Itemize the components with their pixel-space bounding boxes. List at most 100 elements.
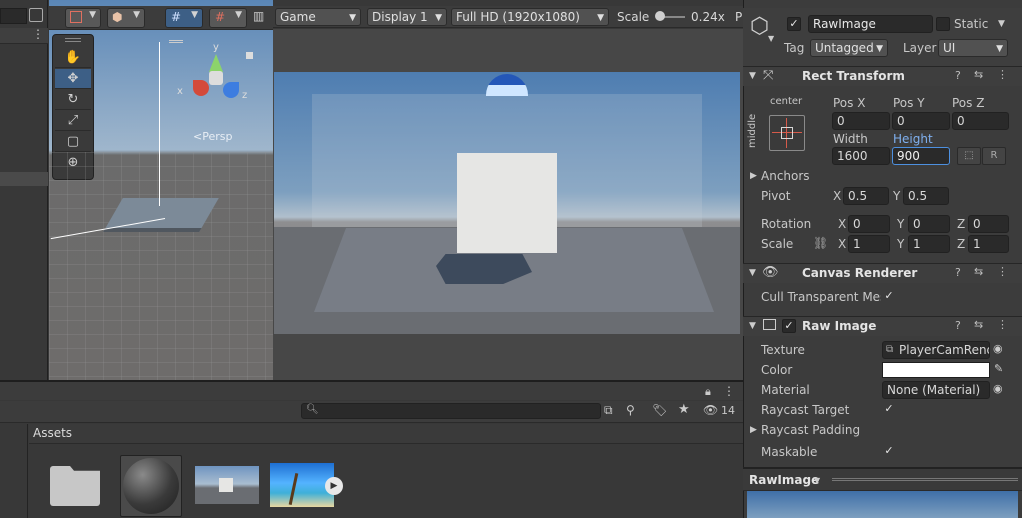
object-name-input[interactable]: RawImage [808, 15, 933, 33]
anchors-foldout-icon[interactable]: ▶ [750, 171, 757, 181]
hidden-packages-icon[interactable]: 👁︎ [703, 403, 718, 417]
filter-type-icon[interactable]: ⚲ [626, 403, 635, 417]
asset-material-tile[interactable] [120, 455, 182, 517]
scale-slider-thumb[interactable] [655, 11, 665, 21]
raw-image-enabled-checkbox[interactable]: ✓ [782, 319, 796, 333]
foldout-arrow-icon[interactable]: ▼ [749, 321, 756, 331]
asset-folder-icon[interactable] [50, 466, 100, 506]
pivot-x-field[interactable]: 0.5 [843, 187, 889, 205]
pos-z-field[interactable]: 0 [952, 112, 1009, 130]
material-field[interactable]: None (Material) [882, 381, 990, 399]
scale-z-field[interactable]: 1 [968, 235, 1009, 253]
scale-x-field[interactable]: 1 [848, 235, 890, 253]
draw-mode-dropdown[interactable]: ▼ [65, 8, 101, 28]
lock-icon[interactable]: 🔒︎ [705, 385, 711, 399]
gizmo-grip[interactable] [169, 40, 183, 43]
width-field[interactable]: 1600 [832, 147, 890, 165]
move-tool-icon[interactable]: ✥ [55, 69, 91, 89]
tag-dropdown[interactable]: Untagged ▼ [810, 39, 888, 57]
raw-edit-button[interactable]: R [982, 147, 1006, 165]
anchors-label[interactable]: Anchors [761, 169, 810, 183]
preset-icon[interactable]: ⇆ [974, 318, 983, 331]
rotation-x-label: X [838, 217, 847, 231]
scene-view[interactable]: ▼ ⬢▼ #▼ #▼ ▥ ✋ ✥ ↻ ⤢ ▢ ⊕ y x z <Persp [49, 0, 273, 380]
hand-tool-icon[interactable]: ✋ [55, 48, 91, 68]
scale-y-field[interactable]: 1 [908, 235, 950, 253]
display-dropdown[interactable]: Display 1 ▼ [367, 8, 447, 26]
height-field[interactable]: 900 [892, 147, 950, 165]
pivot-y-field[interactable]: 0.5 [903, 187, 949, 205]
scale-tool-icon[interactable]: ⤢ [55, 111, 91, 131]
play-icon[interactable]: ▶ [325, 477, 343, 495]
raycast-padding-label[interactable]: Raycast Padding [761, 423, 860, 437]
favorite-star-icon[interactable]: ★ [678, 402, 690, 417]
hierarchy-create-icon[interactable] [29, 8, 43, 22]
help-icon[interactable]: ? [955, 266, 961, 279]
rotate-tool-icon[interactable]: ↻ [55, 90, 91, 110]
color-label: Color [761, 363, 793, 377]
scene-object-platform[interactable] [103, 198, 219, 232]
anchor-preset-button[interactable] [769, 115, 805, 151]
y-axis-line [159, 42, 160, 206]
breadcrumb[interactable]: Assets [33, 426, 72, 440]
color-swatch[interactable] [882, 362, 990, 378]
object-picker-icon[interactable]: ◉ [993, 382, 1003, 395]
active-checkbox[interactable]: ✓ [787, 17, 801, 31]
constrain-proportions-icon[interactable]: ⛓︎ [813, 236, 828, 250]
foldout-arrow-icon[interactable]: ▼ [749, 268, 756, 278]
game-mode-value: Game [280, 10, 316, 24]
pos-x-field[interactable]: 0 [832, 112, 890, 130]
preset-icon[interactable]: ⇆ [974, 68, 983, 81]
object-picker-icon[interactable]: ◉ [993, 342, 1003, 355]
snap-dropdown[interactable]: # ▼ [209, 8, 247, 28]
gizmo-lock-icon[interactable] [246, 52, 253, 59]
more-options-icon[interactable]: ⋮ [723, 384, 735, 398]
axis-gizmo[interactable]: y x z [177, 42, 249, 112]
icon-dropdown-arrow[interactable]: ▼ [768, 34, 774, 43]
raycast-target-checkbox[interactable]: ✓ [882, 403, 896, 417]
more-options-icon[interactable]: ⋮ [997, 318, 1008, 331]
layer-dropdown[interactable]: UI ▼ [938, 39, 1008, 57]
render-mode-dropdown[interactable]: ⬢ ▼ [107, 8, 145, 28]
rotation-x-field[interactable]: 0 [848, 215, 890, 233]
eyedropper-icon[interactable]: ✎ [994, 362, 1003, 375]
hierarchy-selected-row[interactable] [0, 172, 48, 186]
static-checkbox[interactable] [936, 17, 950, 31]
help-icon[interactable]: ? [955, 69, 961, 82]
project-search-input[interactable] [301, 403, 601, 419]
more-options-icon[interactable]: ⋮ [997, 265, 1008, 278]
static-dropdown-arrow[interactable]: ▼ [998, 19, 1005, 29]
blueprint-mode-button[interactable]: ⬚ [957, 147, 981, 165]
game-mode-dropdown[interactable]: Game ▼ [275, 8, 361, 26]
more-options-icon[interactable]: ⋮ [997, 68, 1008, 81]
search-options-icon[interactable]: ⧉ [604, 403, 613, 418]
foldout-arrow-icon[interactable]: ▼ [749, 71, 756, 81]
rect-tool-icon[interactable]: ▢ [55, 132, 91, 152]
raw-image-quad[interactable] [457, 153, 557, 253]
asset-render-texture-tile[interactable] [195, 466, 259, 504]
preview-splitter[interactable] [832, 478, 1018, 481]
scene-extra-icon[interactable]: ▥ [253, 9, 264, 23]
texture-field[interactable]: ⧉ PlayerCamRend [882, 341, 990, 359]
rotation-z-field[interactable]: 0 [968, 215, 1009, 233]
more-options-icon[interactable]: ⋮ [32, 27, 44, 41]
filter-label-icon[interactable]: 🏷︎ [652, 403, 667, 417]
truncated-toolbar-item[interactable]: P [735, 10, 742, 24]
gizmo-toggle[interactable]: # ▼ [165, 8, 203, 28]
hierarchy-search-field[interactable] [0, 8, 27, 24]
preview-title[interactable]: RawImage [749, 473, 819, 487]
camera-preview-thumbnail [486, 74, 528, 96]
help-icon[interactable]: ? [955, 319, 961, 332]
pivot-label: Pivot [761, 189, 791, 203]
persp-label[interactable]: <Persp [193, 130, 232, 143]
game-render[interactable] [274, 72, 740, 334]
palette-grip[interactable] [65, 38, 81, 42]
raycast-padding-foldout-icon[interactable]: ▶ [750, 425, 757, 435]
cull-transparent-checkbox[interactable]: ✓ [882, 290, 896, 304]
pos-y-field[interactable]: 0 [892, 112, 950, 130]
preset-icon[interactable]: ⇆ [974, 265, 983, 278]
maskable-checkbox[interactable]: ✓ [882, 445, 896, 459]
preview-dropdown-arrow[interactable]: ▼ [814, 476, 820, 485]
rotation-y-field[interactable]: 0 [908, 215, 950, 233]
resolution-dropdown[interactable]: Full HD (1920x1080) ▼ [451, 8, 609, 26]
